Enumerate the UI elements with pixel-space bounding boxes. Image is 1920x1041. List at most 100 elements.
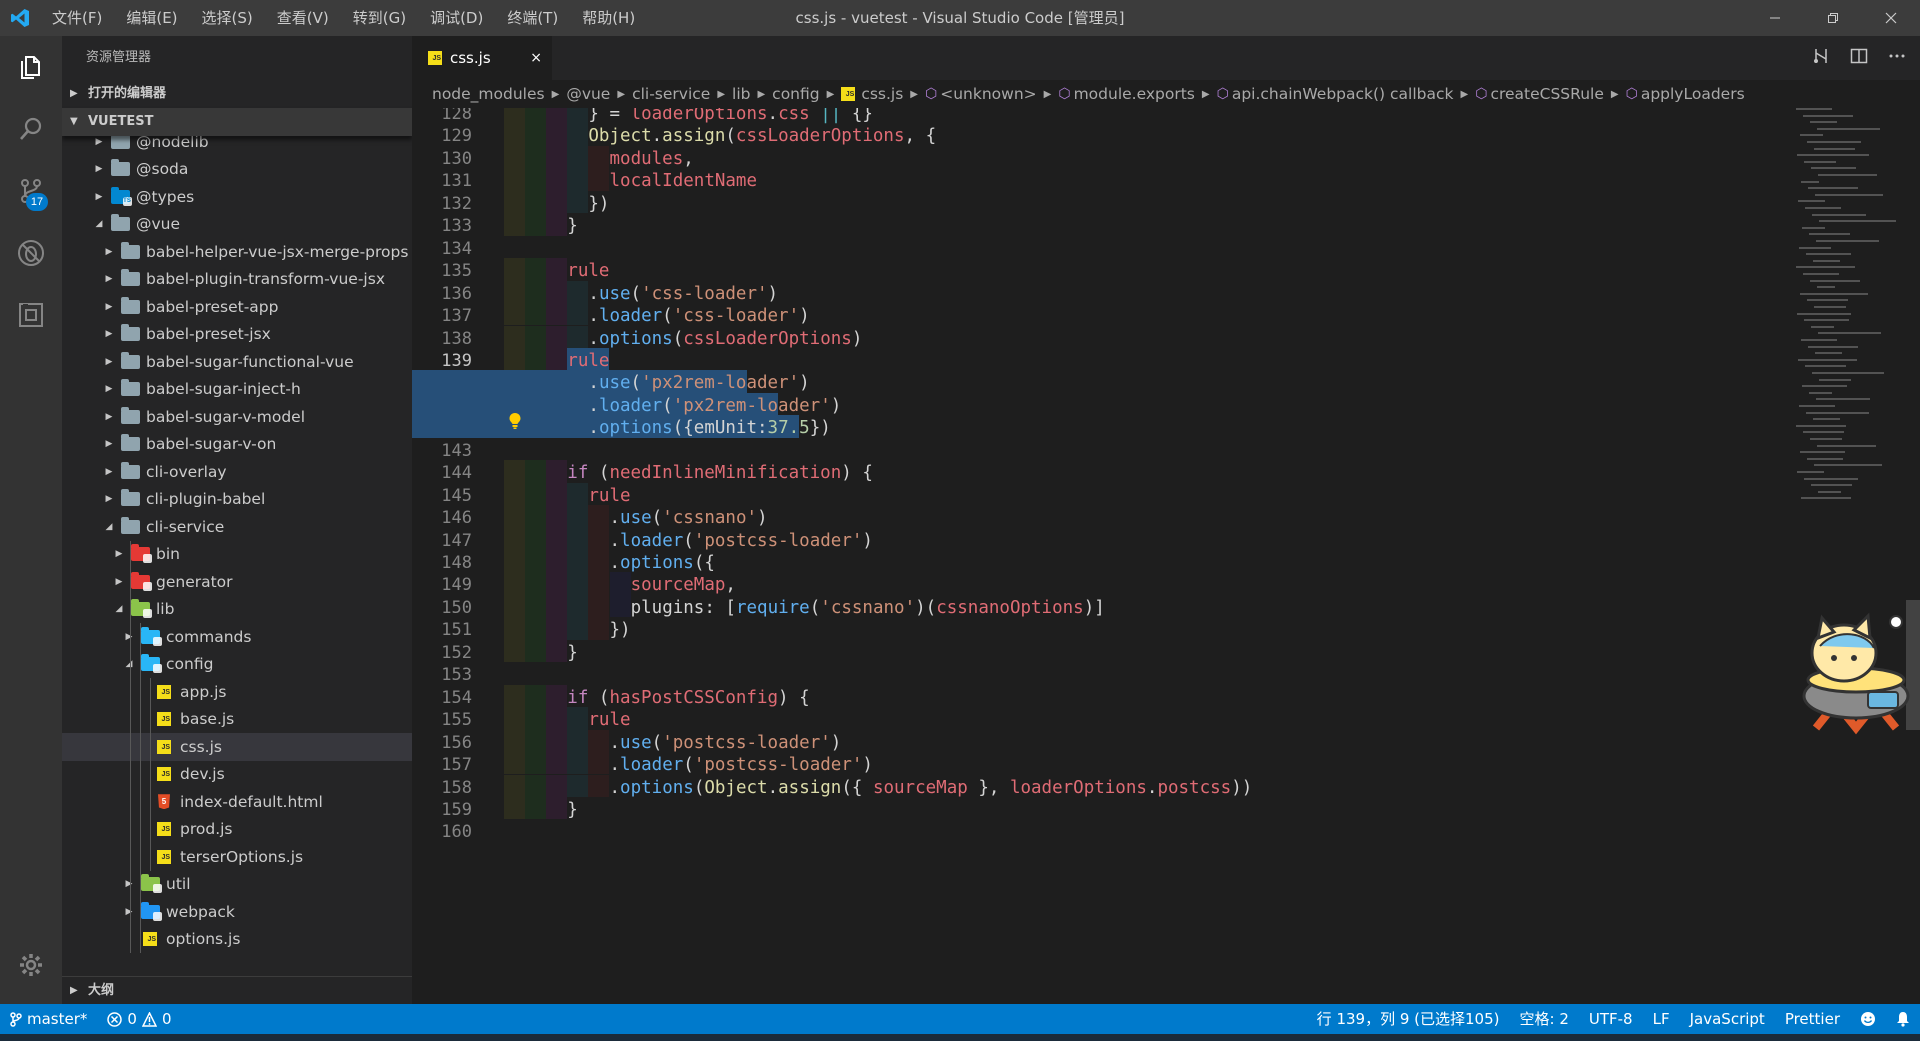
problems-indicator[interactable]: 0 0 — [97, 1004, 181, 1034]
end-of-line[interactable]: LF — [1643, 1004, 1680, 1034]
code-line[interactable]: .options(cssLoaderOptions) — [588, 326, 862, 354]
tree-folder[interactable]: ▶ babel-sugar-functional-vue — [62, 348, 412, 376]
vertical-scrollbar[interactable] — [1906, 108, 1920, 1004]
lightbulb-icon[interactable] — [508, 412, 522, 434]
tree-folder[interactable]: ▶ babel-plugin-transform-vue-jsx — [62, 266, 412, 294]
indent-guide — [546, 527, 568, 550]
tree-folder[interactable]: ◢ cli-service — [62, 513, 412, 541]
breadcrumb-item[interactable]: ⬡ module.exports — [1058, 85, 1195, 103]
code-editor[interactable]: 1281291301311321331341351361371381391401… — [412, 108, 1920, 1004]
search-icon[interactable] — [0, 98, 62, 160]
code-line[interactable]: } — [567, 640, 578, 668]
explorer-icon[interactable] — [0, 36, 62, 98]
breadcrumb-item[interactable]: lib — [732, 85, 750, 103]
tree-folder[interactable]: ▶ babel-sugar-inject-h — [62, 376, 412, 404]
minimize-button[interactable] — [1746, 0, 1804, 36]
formatter[interactable]: Prettier — [1775, 1004, 1850, 1034]
indent-guide — [567, 505, 589, 528]
indent-guide — [525, 190, 547, 214]
menu-item-4[interactable]: 转到(G) — [341, 0, 418, 36]
breadcrumb-item[interactable]: node_modules — [432, 85, 545, 103]
debug-icon[interactable] — [0, 222, 62, 284]
open-changes-icon[interactable] — [1812, 47, 1830, 69]
tree-folder[interactable]: ◢ config — [62, 650, 412, 678]
tree-folder[interactable]: ▶ @nodelib — [62, 136, 412, 156]
tree-folder[interactable]: ▶ bin — [62, 540, 412, 568]
code-line[interactable]: plugins: [require('cssnano')(cssnanoOpti… — [631, 595, 1105, 623]
open-editors-header[interactable]: ▶ 打开的编辑器 — [62, 80, 412, 108]
tree-folder[interactable]: ▶ babel-sugar-v-on — [62, 431, 412, 459]
tree-file[interactable]: JS options.js — [62, 925, 412, 953]
breadcrumb-item[interactable]: ⬡ <unknown> — [925, 85, 1037, 103]
tree-folder[interactable]: ◢ @vue — [62, 211, 412, 239]
close-window-button[interactable] — [1862, 0, 1920, 36]
tree-folder[interactable]: ◢ lib — [62, 595, 412, 623]
menu-item-2[interactable]: 选择(S) — [190, 0, 265, 36]
code-line[interactable]: .options({emUnit:37.5}) — [588, 415, 830, 443]
tree-folder[interactable]: ▶ babel-helper-vue-jsx-merge-props — [62, 238, 412, 266]
tree-folder[interactable]: ▶ cli-plugin-babel — [62, 486, 412, 514]
split-editor-icon[interactable] — [1850, 47, 1868, 69]
tree-file[interactable]: 5 index-default.html — [62, 788, 412, 816]
tree-folder[interactable]: ▶ cli-overlay — [62, 458, 412, 486]
indent-guide — [504, 752, 526, 775]
code-line[interactable]: } — [567, 797, 578, 825]
tree-file[interactable]: JS app.js — [62, 678, 412, 706]
tree-folder[interactable]: ▶ util — [62, 870, 412, 898]
tree-folder[interactable]: ▶ TS @types — [62, 183, 412, 211]
menu-item-1[interactable]: 编辑(E) — [114, 0, 189, 36]
tree-folder[interactable]: ▶ @soda — [62, 156, 412, 184]
menu-item-6[interactable]: 终端(T) — [495, 0, 570, 36]
code-line[interactable]: .options(Object.assign({ sourceMap }, lo… — [610, 775, 1253, 803]
tree-file[interactable]: JS terserOptions.js — [62, 843, 412, 871]
encoding[interactable]: UTF-8 — [1579, 1004, 1643, 1034]
indentation[interactable]: 空格: 2 — [1510, 1004, 1579, 1034]
breadcrumb-item[interactable]: JS css.js — [841, 85, 903, 103]
language-mode[interactable]: JavaScript — [1680, 1004, 1775, 1034]
tree-file[interactable]: JS css.js — [62, 733, 412, 761]
menu-item-5[interactable]: 调试(D) — [418, 0, 495, 36]
code-line[interactable]: }) — [588, 191, 609, 219]
tree-folder[interactable]: ▶ babel-preset-app — [62, 293, 412, 321]
breadcrumb-item[interactable]: config — [772, 85, 819, 103]
menu-item-7[interactable]: 帮助(H) — [570, 0, 647, 36]
gear-icon[interactable] — [0, 934, 62, 996]
outline-header[interactable]: ▶ 大纲 — [62, 976, 412, 1004]
project-header[interactable]: ▼ VUETEST — [62, 108, 412, 136]
indent-guide — [525, 168, 547, 191]
breadcrumb-item[interactable]: @vue — [566, 85, 610, 103]
cursor-position[interactable]: 行 139，列 9 (已选择105) — [1307, 1004, 1510, 1034]
breadcrumb-item[interactable]: ⬡ createCSSRule — [1475, 85, 1604, 103]
code-area[interactable]: } = loaderOptions.css || {} Object.assign… — [412, 108, 1804, 1004]
branch-indicator[interactable]: master* — [0, 1004, 97, 1034]
symbol-cube-icon: ⬡ — [1216, 86, 1229, 102]
breadcrumb-item[interactable]: cli-service — [632, 85, 710, 103]
tree-folder[interactable]: ▶ commands — [62, 623, 412, 651]
indent-guide — [525, 108, 547, 124]
minimap-line — [1812, 213, 1866, 216]
tree-file[interactable]: JS base.js — [62, 705, 412, 733]
tree-file[interactable]: JS dev.js — [62, 760, 412, 788]
menu-item-0[interactable]: 文件(F) — [40, 0, 114, 36]
menu-item-3[interactable]: 查看(V) — [265, 0, 341, 36]
folder-icon — [120, 296, 140, 315]
code-line[interactable]: } — [567, 213, 578, 241]
more-actions-icon[interactable] — [1888, 47, 1906, 69]
code-line[interactable]: localIdentName — [610, 168, 758, 196]
bell-icon[interactable] — [1886, 1011, 1920, 1027]
close-icon[interactable]: × — [530, 50, 542, 66]
tree-folder[interactable]: ▶ babel-preset-jsx — [62, 321, 412, 349]
code-line[interactable]: }) — [610, 617, 631, 645]
feedback-smiley-icon[interactable] — [1850, 1011, 1886, 1027]
source-control-icon[interactable]: 17 — [0, 160, 62, 222]
breadcrumb-item[interactable]: ⬡ applyLoaders — [1626, 85, 1745, 103]
minimap[interactable] — [1796, 108, 1906, 508]
tree-folder[interactable]: ▶ webpack — [62, 898, 412, 926]
tree-folder[interactable]: ▶ babel-sugar-v-model — [62, 403, 412, 431]
tree-folder[interactable]: ▶ generator — [62, 568, 412, 596]
tree-file[interactable]: JS prod.js — [62, 815, 412, 843]
restore-button[interactable] — [1804, 0, 1862, 36]
tab-css-js[interactable]: JS css.js × — [412, 36, 552, 80]
breadcrumb-item[interactable]: ⬡ api.chainWebpack() callback — [1217, 85, 1454, 103]
extensions-icon[interactable] — [0, 284, 62, 346]
